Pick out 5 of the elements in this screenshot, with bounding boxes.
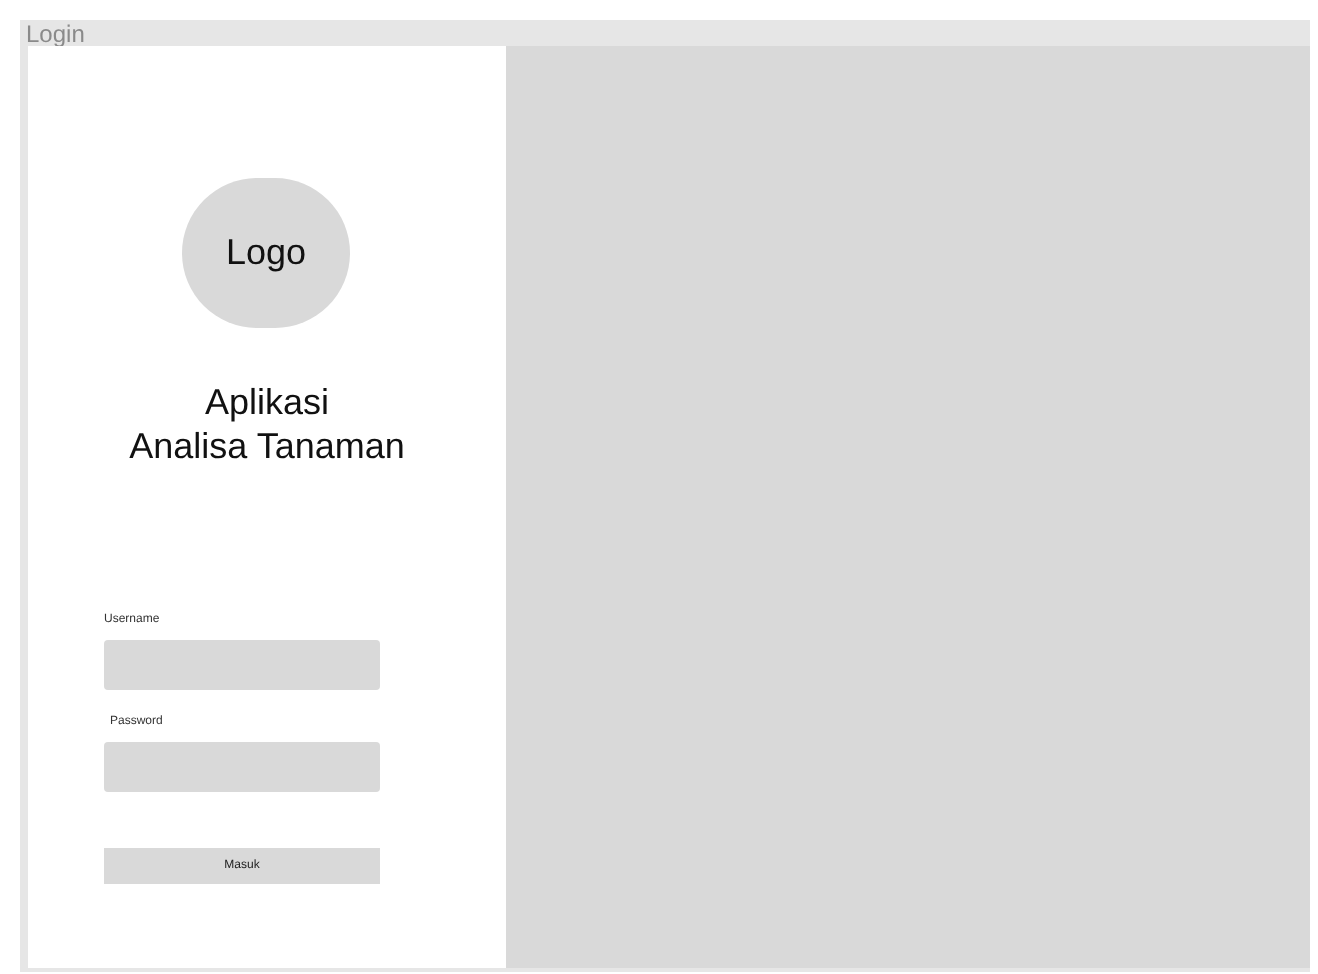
app-title: Aplikasi Analisa Tanaman	[127, 380, 407, 468]
input-field[interactable]	[104, 640, 380, 690]
window-title: Login	[26, 21, 85, 45]
logo-label: Logo	[225, 230, 307, 276]
input-field[interactable]	[104, 742, 380, 792]
